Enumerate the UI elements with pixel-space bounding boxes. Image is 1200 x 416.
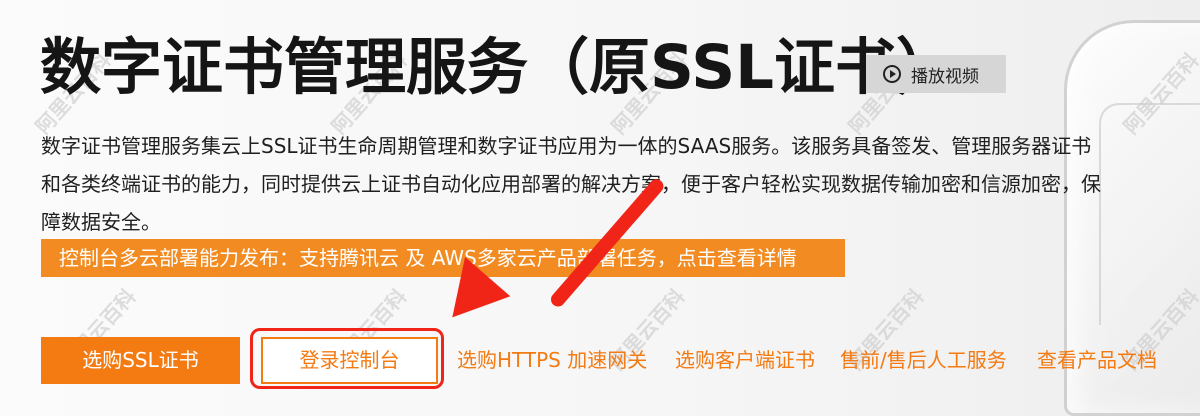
buy-https-gateway-link[interactable]: 选购HTTPS 加速网关 xyxy=(457,343,647,377)
play-circle-icon xyxy=(883,65,901,83)
play-video-button[interactable]: 播放视频 xyxy=(866,55,1006,93)
login-console-button[interactable]: 登录控制台 xyxy=(261,337,438,384)
multi-cloud-notice-banner[interactable]: 控制台多云部署能力发布：支持腾讯云 及 AWS多家云产品部署任务，点击查看详情 xyxy=(41,239,845,277)
title-row: 数字证书管理服务（原SSL证书） xyxy=(40,28,957,108)
page-title: 数字证书管理服务（原SSL证书） xyxy=(40,32,957,103)
buy-client-certificate-link[interactable]: 选购客户端证书 xyxy=(675,343,815,377)
product-hero-page: 阿里云百科 阿里云百科 阿里云百科 阿里云百科 阿里云百科 阿里云百科 阿里云百… xyxy=(0,0,1200,416)
play-video-label: 播放视频 xyxy=(911,66,979,87)
buy-ssl-certificate-button[interactable]: 选购SSL证书 xyxy=(41,337,240,384)
product-description: 数字证书管理服务集云上SSL证书生命周期管理和数字证书应用为一体的SAAS服务。… xyxy=(41,134,1101,234)
product-docs-link[interactable]: 查看产品文档 xyxy=(1037,343,1157,377)
human-service-link[interactable]: 售前/售后人工服务 xyxy=(840,343,1007,377)
